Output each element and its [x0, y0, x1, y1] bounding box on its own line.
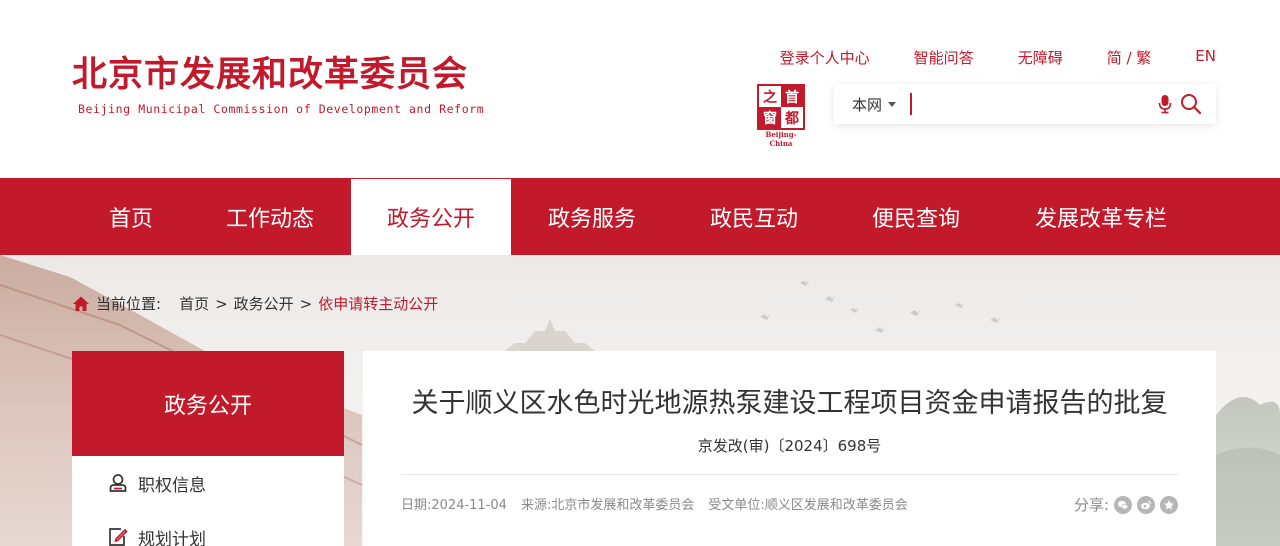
breadcrumb-separator: >	[215, 294, 228, 313]
search-scope-label: 本网	[852, 95, 883, 114]
search-input[interactable]	[912, 89, 1152, 119]
share-weibo-button[interactable]	[1137, 495, 1155, 514]
site-logo-title[interactable]: 北京市发展和改革委员会	[72, 46, 468, 97]
main-nav: 首页 工作动态 政务公开 政务服务 政民互动 便民查询 发展改革专栏	[0, 178, 1280, 255]
microphone-icon	[1158, 95, 1172, 114]
share-wechat-button[interactable]	[1114, 495, 1132, 514]
accessibility-link[interactable]: 无障碍	[1018, 47, 1063, 68]
sidebar-item-label: 规划计划	[138, 529, 206, 546]
home-icon	[73, 296, 89, 311]
login-link[interactable]: 登录个人中心	[780, 47, 870, 68]
article-card: 关于顺义区水色时光地源热泵建设工程项目资金申请报告的批复 京发改(审)〔2024…	[363, 351, 1216, 546]
article-title: 关于顺义区水色时光地源热泵建设工程项目资金申请报告的批复	[411, 388, 1168, 419]
breadcrumb: 当前位置: 首页 > 政务公开 > 依申请转主动公开	[72, 293, 438, 314]
star-icon	[1164, 499, 1174, 509]
site-header: 北京市发展和改革委员会 Beijing Municipal Commission…	[0, 0, 1280, 178]
breadcrumb-home[interactable]: 首页	[179, 293, 209, 314]
site-logo-subtitle: Beijing Municipal Commission of Developm…	[78, 102, 485, 116]
divider	[401, 474, 1178, 475]
person-icon	[109, 474, 127, 492]
breadcrumb-separator: >	[299, 294, 313, 313]
nav-work-news[interactable]: 工作动态	[190, 178, 350, 255]
sidebar-item-authority-info[interactable]: 职权信息	[72, 456, 344, 510]
edit-document-icon	[109, 528, 128, 546]
nav-home[interactable]: 首页	[72, 178, 190, 255]
seal-caption: Beijing-China	[765, 130, 797, 148]
meta-date: 日期:2024-11-04	[401, 498, 507, 513]
nav-government-services[interactable]: 政务服务	[512, 178, 672, 255]
sidebar-item-planning[interactable]: 规划计划	[72, 510, 344, 546]
meta-source: 来源:北京市发展和改革委员会	[520, 498, 695, 513]
search-button[interactable]	[1178, 91, 1204, 117]
nav-reform-column[interactable]: 发展改革专栏	[997, 178, 1205, 255]
weibo-icon	[1141, 500, 1152, 509]
share-favorite-button[interactable]	[1160, 495, 1178, 514]
sidebar-item-label: 职权信息	[138, 475, 206, 496]
simplified-traditional-link[interactable]: 简 / 繁	[1107, 47, 1152, 68]
sidebar: 政务公开 职权信息 规划计划	[72, 351, 344, 546]
search-bar: 本网	[834, 84, 1216, 124]
seal-char: 窗	[759, 107, 781, 128]
wechat-icon	[1118, 500, 1129, 509]
breadcrumb-government-affairs[interactable]: 政务公开	[234, 293, 294, 314]
seal-char: 都	[785, 110, 799, 127]
breadcrumb-label: 当前位置:	[96, 295, 162, 313]
breadcrumb-current[interactable]: 依申请转主动公开	[318, 293, 438, 314]
caret-down-icon	[888, 101, 897, 107]
nav-interaction[interactable]: 政民互动	[673, 178, 835, 255]
seal-char: 首	[781, 86, 803, 107]
article-meta: 日期:2024-11-04 来源:北京市发展和改革委员会 受文单位:顺义区发展和…	[401, 494, 908, 513]
smart-qa-link[interactable]: 智能问答	[914, 47, 974, 68]
voice-search-button[interactable]	[1152, 91, 1178, 117]
capital-window-seal[interactable]: 之 首 窗 都 Beijing-China	[755, 84, 807, 148]
seal-icon: 之 首 窗 都	[757, 84, 805, 130]
sidebar-title: 政务公开	[72, 351, 344, 456]
search-scope-select[interactable]: 本网	[852, 94, 897, 115]
share-bar: 分享:	[1074, 494, 1178, 515]
top-links: 登录个人中心 智能问答 无障碍 简 / 繁 EN	[780, 47, 1216, 68]
nav-public-query[interactable]: 便民查询	[835, 178, 997, 255]
search-icon	[1181, 94, 1202, 115]
meta-recipient: 受文单位:顺义区发展和改革委员会	[708, 498, 908, 513]
nav-government-affairs[interactable]: 政务公开	[351, 179, 511, 255]
share-label: 分享:	[1073, 496, 1109, 514]
document-number: 京发改(审)〔2024〕698号	[697, 437, 882, 455]
english-link[interactable]: EN	[1195, 47, 1216, 68]
seal-char: 之	[763, 89, 777, 106]
